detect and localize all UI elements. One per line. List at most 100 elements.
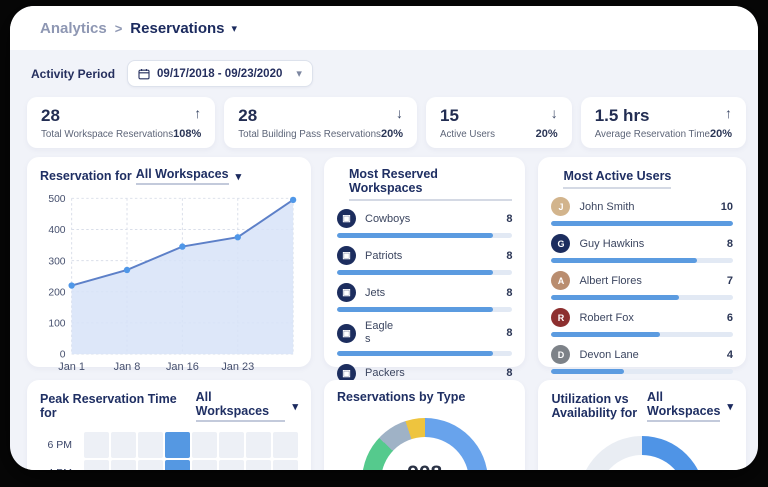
bar-track	[551, 369, 733, 374]
bar-track	[551, 332, 733, 337]
svg-text:200: 200	[48, 288, 65, 299]
list-item: GGuy Hawkins8	[551, 234, 733, 263]
svg-text:500: 500	[48, 194, 65, 205]
svg-text:Jan 16: Jan 16	[166, 361, 199, 373]
avatar: R	[551, 308, 570, 327]
peak-time-heatmap: 6 PM4 PM2 PM12 PM	[40, 432, 298, 470]
heatmap-cell	[273, 460, 298, 470]
bar-track	[551, 295, 733, 300]
item-label: Devon Lane	[579, 349, 638, 361]
arrow-down-icon: ↓	[551, 106, 558, 120]
reservations-by-type-donut: 908 Total Reservations	[362, 418, 488, 470]
stat-percent: 20%	[710, 128, 732, 140]
svg-text:100: 100	[48, 319, 65, 330]
bar-track	[337, 307, 512, 312]
bar-fill	[337, 233, 493, 238]
panel-title: Reservations by Type	[337, 390, 465, 404]
workspace-filter-dropdown[interactable]: All Workspaces	[196, 390, 286, 422]
app-window: Analytics > Reservations ▾ Activity Peri…	[10, 6, 758, 470]
svg-text:300: 300	[48, 257, 65, 268]
activity-period-row: Activity Period 09/17/2018 - 09/23/2020 …	[31, 60, 746, 87]
stats-row: 28 Total Workspace Reservations ↑ 108% 2…	[27, 97, 746, 148]
list-item: ▣Cowboys8	[337, 209, 512, 238]
date-range-value: 09/17/2018 - 09/23/2020	[157, 68, 282, 80]
heatmap-cell	[111, 460, 136, 470]
bar-fill	[337, 307, 493, 312]
stat-percent: 20%	[536, 128, 558, 140]
chevron-down-icon[interactable]: ▾	[727, 400, 733, 413]
item-value: 8	[506, 367, 512, 379]
heatmap-cell	[165, 432, 190, 458]
bar-track	[337, 351, 512, 356]
most-reserved-list: ▣Cowboys8▣Patriots8▣Jets8▣Eagles8▣Packer…	[337, 209, 512, 392]
item-label: Packers	[365, 367, 405, 379]
svg-text:0: 0	[60, 350, 66, 361]
item-value: 7	[727, 275, 733, 287]
heatmap-cell	[219, 460, 244, 470]
chevron-down-icon: ▾	[296, 67, 302, 80]
panel-reservations-by-type: Reservations by Type 908 Total Reservati…	[324, 380, 525, 470]
item-label: Guy Hawkins	[579, 238, 644, 250]
stat-value: 15	[440, 106, 495, 126]
bar-track	[551, 221, 733, 226]
item-value: 8	[506, 213, 512, 225]
avatar: J	[551, 197, 570, 216]
list-item: ▣Jets8	[337, 283, 512, 312]
stat-label: Total Building Pass Reservations	[238, 129, 381, 140]
stat-label: Total Workspace Reservations	[41, 129, 173, 140]
svg-text:Jan 23: Jan 23	[221, 361, 254, 373]
bar-fill	[551, 258, 696, 263]
stat-label: Average Reservation Time	[595, 129, 710, 140]
workspace-icon: ▣	[337, 209, 356, 228]
list-item: RRobert Fox6	[551, 308, 733, 337]
item-label: Patriots	[365, 250, 402, 262]
bar-track	[337, 270, 512, 275]
breadcrumb-reservations[interactable]: Reservations	[130, 20, 224, 37]
heatmap-row-label: 4 PM	[40, 460, 82, 470]
stat-active-users: 15 Active Users ↓ 20%	[426, 97, 572, 148]
panel-most-active-users: Most Active Users JJohn Smith10GGuy Hawk…	[538, 157, 746, 367]
item-value: 10	[721, 201, 733, 213]
item-value: 4	[727, 349, 733, 361]
panel-title: Most Active Users	[563, 169, 671, 189]
heatmap-cell	[84, 460, 109, 470]
donut-center: 908 Total Reservations	[381, 437, 469, 470]
panel-utilization: Utilization vs Availability for All Work…	[538, 380, 746, 470]
workspace-icon: ▣	[337, 283, 356, 302]
panel-title: Utilization vs Availability for	[551, 392, 643, 420]
item-value: 8	[506, 327, 512, 339]
stat-percent: 20%	[381, 128, 403, 140]
donut-center: 46% 2.3k of 5k hours	[598, 455, 686, 470]
stat-value: 1.5 hrs	[595, 106, 710, 126]
date-range-picker[interactable]: 09/17/2018 - 09/23/2020 ▾	[127, 60, 313, 87]
stat-average-reservation-time: 1.5 hrs Average Reservation Time ↑ 20%	[581, 97, 746, 148]
item-value: 8	[727, 238, 733, 250]
bar-track	[337, 233, 512, 238]
bar-fill	[551, 332, 660, 337]
heatmap-cell	[111, 432, 136, 458]
bar-fill	[551, 295, 678, 300]
heatmap-cell	[138, 460, 163, 470]
chevron-down-icon[interactable]: ▾	[232, 22, 238, 35]
stat-total-workspace-reservations: 28 Total Workspace Reservations ↑ 108%	[27, 97, 215, 148]
workspace-filter-dropdown[interactable]: All Workspaces	[136, 167, 229, 185]
activity-period-label: Activity Period	[31, 67, 115, 81]
heatmap-cell	[84, 432, 109, 458]
panel-peak-reservation-time: Peak Reservation Time for All Workspaces…	[27, 380, 311, 470]
heatmap-cell	[246, 432, 271, 458]
item-value: 6	[727, 312, 733, 324]
bar-fill	[551, 221, 733, 226]
heatmap-cell	[219, 432, 244, 458]
dashboard-content: Activity Period 09/17/2018 - 09/23/2020 …	[10, 50, 758, 470]
chevron-down-icon[interactable]: ▾	[292, 400, 298, 413]
workspace-filter-dropdown[interactable]: All Workspaces	[647, 390, 720, 422]
heatmap-cell	[246, 460, 271, 470]
chevron-down-icon[interactable]: ▾	[236, 170, 242, 183]
panel-most-reserved-workspaces: Most Reserved Workspaces ▣Cowboys8▣Patri…	[324, 157, 525, 367]
total-reservations-value: 908	[407, 462, 442, 470]
list-item: AAlbert Flores7	[551, 271, 733, 300]
panel-title: Peak Reservation Time for	[40, 392, 192, 420]
heatmap-row-label: 6 PM	[40, 432, 82, 458]
breadcrumb-analytics[interactable]: Analytics	[40, 20, 107, 37]
item-value: 8	[506, 250, 512, 262]
